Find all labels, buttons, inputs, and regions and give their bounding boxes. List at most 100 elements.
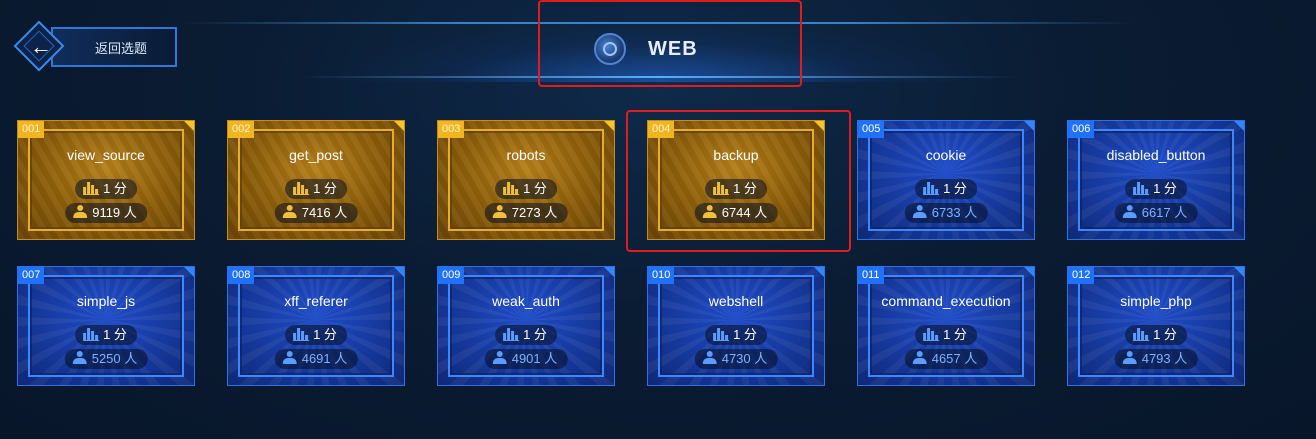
user-icon (702, 351, 717, 364)
score-badge: 1 分 (75, 179, 137, 199)
challenge-number: 006 (1068, 121, 1095, 138)
solvers-badge: 4793 人 (1114, 349, 1198, 369)
challenge-name: view_source (67, 147, 145, 163)
challenge-name: simple_php (1120, 293, 1192, 309)
solvers-count: 7416 人 (301, 205, 348, 220)
solvers-badge: 5250 人 (64, 349, 148, 369)
bar-chart-icon (923, 327, 940, 341)
solvers-badge: 6744 人 (694, 203, 778, 223)
score-value: 1 分 (523, 181, 547, 196)
card-corner (394, 121, 404, 131)
solvers-count: 4901 人 (511, 351, 558, 366)
challenge-card-backup[interactable]: 004 backup 1 分 6744 人 (647, 120, 825, 240)
solvers-count: 6744 人 (721, 205, 768, 220)
challenge-card-simple-js[interactable]: 007 simple_js 1 分 5250 人 (17, 266, 195, 386)
solvers-badge: 6617 人 (1114, 203, 1198, 223)
user-icon (73, 205, 88, 218)
bar-chart-icon (83, 327, 100, 341)
solvers-badge: 7416 人 (274, 203, 358, 223)
challenge-card-view-source[interactable]: 001 view_source 1 分 9119 人 (17, 120, 195, 240)
solvers-count: 5250 人 (91, 351, 138, 366)
bar-chart-icon (83, 181, 100, 195)
score-value: 1 分 (103, 181, 127, 196)
solvers-badge: 4657 人 (904, 349, 988, 369)
solvers-count: 4793 人 (1141, 351, 1188, 366)
user-icon (492, 205, 507, 218)
user-icon (282, 351, 297, 364)
solvers-badge: 7273 人 (484, 203, 568, 223)
challenge-number: 003 (438, 121, 465, 138)
user-icon (492, 351, 507, 364)
arrow-left-icon[interactable]: ← (26, 32, 56, 62)
globe-icon (594, 33, 626, 65)
score-badge: 1 分 (495, 325, 557, 345)
score-value: 1 分 (943, 181, 967, 196)
score-badge: 1 分 (1125, 325, 1187, 345)
challenge-card-robots[interactable]: 003 robots 1 分 7273 人 (437, 120, 615, 240)
challenge-number: 012 (1068, 267, 1095, 284)
card-corner (184, 121, 194, 131)
challenge-name: disabled_button (1106, 147, 1206, 163)
user-icon (702, 205, 717, 218)
card-corner (1024, 121, 1034, 131)
user-icon (72, 351, 87, 364)
score-value: 1 分 (313, 181, 337, 196)
user-icon (912, 205, 927, 218)
score-value: 1 分 (523, 327, 547, 342)
challenge-name: simple_js (76, 293, 136, 309)
challenge-number: 005 (858, 121, 885, 138)
score-badge: 1 分 (705, 325, 767, 345)
card-corner (394, 267, 404, 277)
solvers-count: 7273 人 (511, 205, 558, 220)
score-badge: 1 分 (915, 325, 977, 345)
challenge-card-get-post[interactable]: 002 get_post 1 分 7416 人 (227, 120, 405, 240)
challenge-card-cookie[interactable]: 005 cookie 1 分 6733 人 (857, 120, 1035, 240)
score-value: 1 分 (1153, 181, 1177, 196)
challenge-card-simple-php[interactable]: 012 simple_php 1 分 4793 人 (1067, 266, 1245, 386)
score-value: 1 分 (313, 327, 337, 342)
challenge-name: weak_auth (492, 293, 560, 309)
solvers-count: 6733 人 (931, 205, 978, 220)
challenge-card-xff-referer[interactable]: 008 xff_referer 1 分 4691 人 (227, 266, 405, 386)
back-button-label[interactable]: 返回选题 (95, 38, 147, 57)
bar-chart-icon (503, 327, 520, 341)
score-value: 1 分 (103, 327, 127, 342)
score-badge: 1 分 (495, 179, 557, 199)
back-button[interactable]: ← 返回选题 (13, 20, 179, 72)
challenge-name: backup (713, 147, 759, 163)
card-corner (1024, 267, 1034, 277)
score-badge: 1 分 (75, 325, 137, 345)
challenge-number: 011 (858, 267, 884, 284)
solvers-badge: 4901 人 (484, 349, 568, 369)
score-badge: 1 分 (285, 179, 347, 199)
challenge-number: 001 (18, 121, 45, 138)
score-badge: 1 分 (915, 179, 977, 199)
score-badge: 1 分 (285, 325, 347, 345)
user-icon (912, 351, 927, 364)
solvers-count: 4657 人 (931, 351, 978, 366)
page-title: WEB (648, 38, 698, 60)
bar-chart-icon (1133, 181, 1150, 195)
challenge-card-command-execution[interactable]: 011 command_execution 1 分 4657 人 (857, 266, 1035, 386)
user-icon (1122, 351, 1137, 364)
challenge-card-disabled-button[interactable]: 006 disabled_button 1 分 6617 人 (1067, 120, 1245, 240)
challenge-name: cookie (925, 147, 967, 163)
challenge-number: 008 (228, 267, 255, 284)
bar-chart-icon (1133, 327, 1150, 341)
solvers-count: 9119 人 (92, 205, 137, 220)
challenge-name: command_execution (881, 293, 1011, 309)
challenge-number: 002 (228, 121, 255, 138)
score-badge: 1 分 (705, 179, 767, 199)
user-icon (282, 205, 297, 218)
challenge-number: 010 (648, 267, 675, 284)
card-corner (1234, 267, 1244, 277)
solvers-count: 6617 人 (1141, 205, 1188, 220)
challenge-card-webshell[interactable]: 010 webshell 1 分 4730 人 (647, 266, 825, 386)
card-corner (184, 267, 194, 277)
challenge-number: 004 (648, 121, 675, 138)
card-corner (1234, 121, 1244, 131)
challenge-card-weak-auth[interactable]: 009 weak_auth 1 分 4901 人 (437, 266, 615, 386)
challenge-number: 009 (438, 267, 465, 284)
bar-chart-icon (293, 181, 310, 195)
score-badge: 1 分 (1125, 179, 1187, 199)
